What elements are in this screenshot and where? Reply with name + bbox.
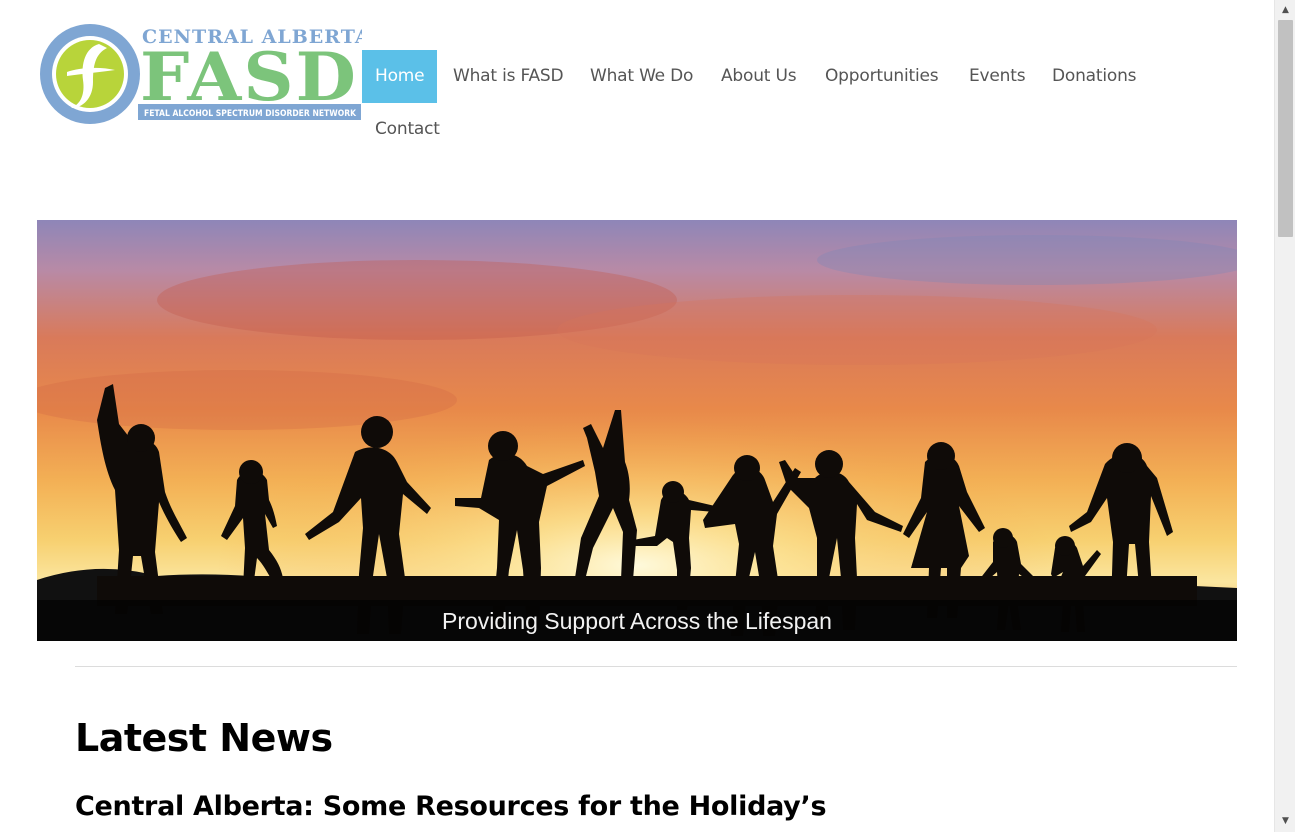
content-divider xyxy=(75,666,1237,667)
site-logo[interactable]: CENTRAL ALBERTA FASD FETAL ALCOHOL SPECT… xyxy=(37,20,362,128)
nav-item-donations[interactable]: Donations xyxy=(1052,50,1137,103)
nav-item-opportunities[interactable]: Opportunities xyxy=(825,50,939,103)
hero-slider[interactable]: Providing Support Across the Lifespan xyxy=(37,220,1237,641)
post-title-link[interactable]: Central Alberta: Some Resources for the … xyxy=(75,791,827,822)
nav-item-about-us[interactable]: About Us xyxy=(721,50,797,103)
hero-image xyxy=(37,220,1237,641)
logo-banner-text: FETAL ALCOHOL SPECTRUM DISORDER NETWORK xyxy=(144,109,357,119)
nav-item-what-is-fasd[interactable]: What is FASD xyxy=(453,50,564,103)
scroll-down-arrow-icon[interactable]: ▼ xyxy=(1275,813,1295,830)
scrollbar-thumb[interactable] xyxy=(1278,20,1293,237)
hero-caption: Providing Support Across the Lifespan xyxy=(442,608,832,634)
latest-news-heading: Latest News xyxy=(75,716,333,760)
page: CENTRAL ALBERTA FASD FETAL ALCOHOL SPECT… xyxy=(0,0,1274,832)
nav-item-contact[interactable]: Contact xyxy=(375,103,440,156)
nav-item-what-we-do[interactable]: What We Do xyxy=(590,50,693,103)
nav-item-events[interactable]: Events xyxy=(969,50,1026,103)
scroll-up-arrow-icon[interactable]: ▲ xyxy=(1275,2,1295,19)
vertical-scrollbar[interactable]: ▲ ▼ xyxy=(1274,0,1295,832)
nav-item-home[interactable]: Home xyxy=(362,50,438,103)
